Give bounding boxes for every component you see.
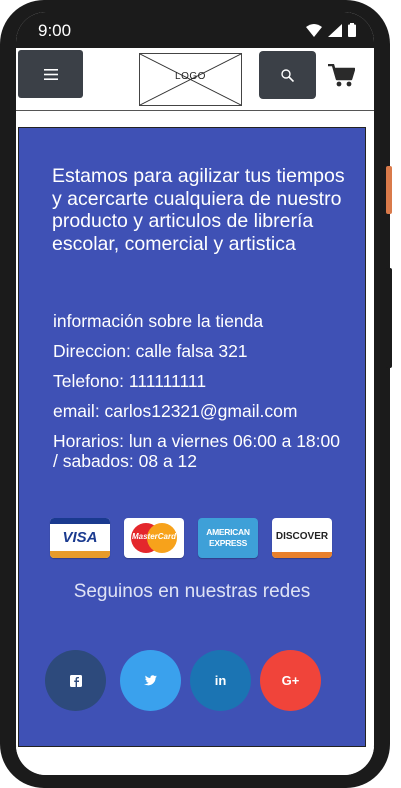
menu-button[interactable] — [18, 50, 83, 98]
status-time: 9:00 — [38, 21, 72, 40]
linkedin-icon: in — [214, 673, 227, 688]
store-address: Direccion: calle falsa 321 — [53, 341, 248, 361]
google-plus-button[interactable]: G+ — [260, 650, 321, 711]
social-title: Seguinos en nuestras redes — [73, 581, 311, 602]
american-express-icon: AMERICAN EXPRESS — [198, 518, 258, 558]
mastercard-label: MasterCard — [131, 532, 176, 541]
logo[interactable]: LOGO — [139, 53, 242, 106]
facebook-button[interactable] — [45, 650, 106, 711]
battery-icon — [348, 23, 356, 37]
store-info-section: Estamos para agilizar tus tiempos y acer… — [18, 127, 366, 747]
discover-label: DISCOVER — [275, 531, 329, 542]
google-plus-icon: G+ — [281, 673, 300, 688]
store-intro-text: Estamos para agilizar tus tiempos y acer… — [52, 165, 345, 255]
bottom-strip — [16, 747, 374, 775]
cart-icon — [328, 63, 356, 87]
twitter-button[interactable] — [120, 650, 181, 711]
store-hours: Horarios: lun a viernes 06:00 a 18:00 / … — [53, 431, 340, 471]
menu-icon — [43, 68, 58, 80]
search-button[interactable] — [259, 51, 316, 99]
store-info: información sobre la tienda Direccion: c… — [53, 311, 343, 480]
phone-volume-button — [386, 268, 392, 368]
twitter-icon — [144, 675, 157, 686]
store-email: email: carlos12321@gmail.com — [53, 401, 298, 421]
top-navigation: LOGO — [16, 48, 374, 111]
search-icon — [281, 68, 294, 82]
visa-label: VISA — [62, 529, 98, 546]
store-phone: Telefono: 111111111 — [53, 371, 207, 391]
amex-label-line2: EXPRESS — [208, 538, 248, 548]
mastercard-icon: MasterCard — [124, 518, 184, 558]
status-icons — [306, 23, 356, 37]
amex-label-line1: AMERICAN — [206, 527, 250, 537]
phone-power-button — [386, 166, 392, 214]
phone-screen: 9:00 LOGO Estamos para agilizar tus tiem… — [16, 12, 374, 775]
facebook-icon — [69, 674, 82, 687]
signal-icon — [328, 23, 342, 37]
store-info-title: información sobre la tienda — [53, 311, 264, 331]
visa-card-icon: VISA — [50, 518, 110, 558]
discover-card-icon: DISCOVER — [272, 518, 332, 558]
payment-methods: VISA MasterCard AMERICAN EXPRESS DISCOVE… — [50, 518, 335, 560]
cart-button[interactable] — [328, 63, 356, 92]
status-bar: 9:00 — [16, 12, 374, 48]
wifi-icon — [306, 23, 322, 37]
logo-text: LOGO — [175, 71, 206, 82]
linkedin-button[interactable]: in — [190, 650, 251, 711]
